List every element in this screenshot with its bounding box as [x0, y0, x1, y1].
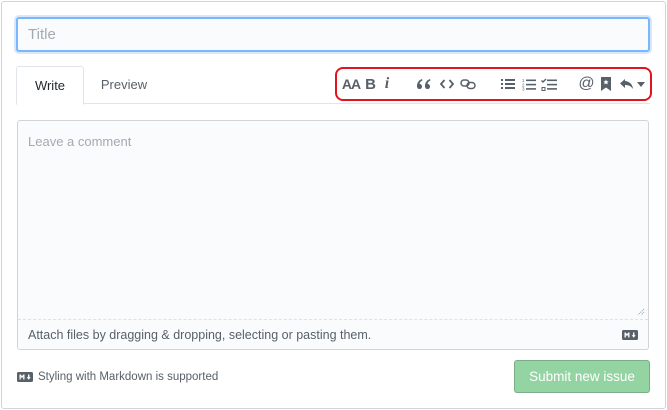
ordered-list-glyph: 1 2 3	[522, 78, 536, 91]
mention-label: @	[578, 75, 595, 92]
bookmark-icon[interactable]	[600, 73, 612, 95]
bookmark-glyph	[601, 77, 611, 91]
reply-icon[interactable]	[618, 73, 634, 95]
unordered-list-icon[interactable]	[500, 73, 516, 95]
italic-label: i	[384, 75, 390, 92]
task-list-glyph	[540, 78, 557, 91]
attach-files-text: Attach files by dragging & dropping, sel…	[28, 328, 372, 342]
bold-label: B	[365, 75, 376, 93]
markdown-icon	[622, 330, 638, 340]
ordered-list-icon[interactable]: 1 2 3	[521, 73, 537, 95]
tab-preview[interactable]: Preview	[88, 66, 160, 104]
bold-icon[interactable]: B	[364, 73, 377, 95]
title-input[interactable]	[16, 17, 650, 52]
mention-icon[interactable]: @	[578, 73, 595, 95]
tab-write[interactable]: Write	[16, 66, 84, 105]
link-icon[interactable]	[459, 73, 477, 95]
reply-glyph	[619, 79, 633, 89]
resize-grip-icon[interactable]	[637, 308, 645, 316]
unordered-list-glyph	[501, 79, 515, 89]
italic-icon[interactable]: i	[382, 73, 392, 95]
link-glyph	[460, 79, 476, 90]
text-size-icon[interactable]: AA	[341, 73, 361, 95]
text-size-label: AA	[341, 76, 361, 92]
quote-icon[interactable]	[415, 73, 431, 95]
quote-glyph	[416, 79, 430, 89]
code-icon[interactable]	[439, 73, 455, 95]
attach-files-bar[interactable]: Attach files by dragging & dropping, sel…	[18, 319, 648, 349]
task-list-icon[interactable]	[540, 73, 557, 95]
comment-box: Attach files by dragging & dropping, sel…	[17, 120, 649, 350]
caret-down-glyph	[637, 81, 645, 87]
submit-issue-button[interactable]: Submit new issue	[514, 360, 650, 393]
svg-text:3: 3	[522, 86, 525, 90]
markdown-note-text[interactable]: Styling with Markdown is supported	[38, 371, 218, 383]
code-glyph	[440, 79, 454, 89]
markdown-icon	[17, 372, 33, 382]
comment-textarea[interactable]	[18, 121, 648, 319]
caret-down-icon[interactable]	[636, 73, 646, 95]
markdown-support-note: Styling with Markdown is supported	[17, 369, 218, 385]
